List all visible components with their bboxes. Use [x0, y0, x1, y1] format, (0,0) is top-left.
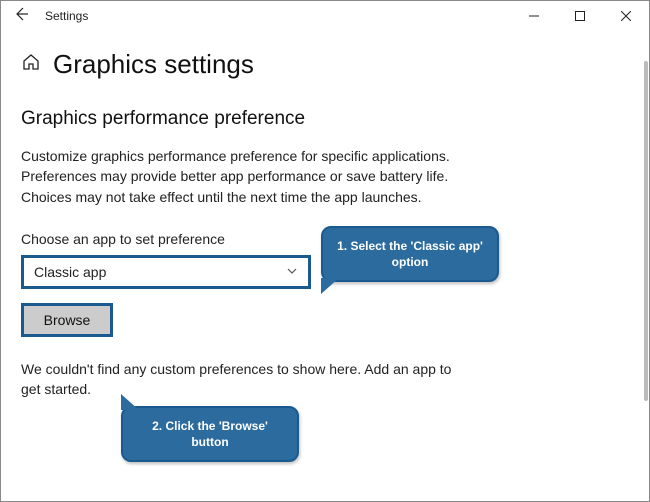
page-title: Graphics settings	[53, 49, 254, 80]
minimize-button[interactable]	[511, 1, 557, 31]
back-button[interactable]	[1, 6, 41, 27]
close-button[interactable]	[603, 1, 649, 31]
arrow-left-icon	[13, 6, 29, 22]
maximize-button[interactable]	[557, 1, 603, 31]
callout-step-2: 2. Click the 'Browse' button	[121, 406, 299, 462]
content-area: Graphics settings Graphics performance p…	[1, 31, 649, 399]
titlebar: Settings	[1, 1, 649, 31]
browse-label: Browse	[44, 312, 91, 328]
minimize-icon	[529, 11, 539, 21]
section-title: Graphics performance preference	[21, 108, 629, 130]
maximize-icon	[575, 11, 585, 21]
scrollbar[interactable]	[644, 61, 648, 401]
close-icon	[621, 11, 631, 21]
callout-text: 1. Select the 'Classic app' option	[337, 239, 483, 269]
empty-state-text: We couldn't find any custom preferences …	[21, 359, 461, 400]
dropdown-value: Classic app	[34, 264, 106, 280]
browse-button[interactable]: Browse	[21, 303, 113, 337]
settings-window: Settings Graphics settings Graphics perf…	[0, 0, 650, 502]
callout-text: 2. Click the 'Browse' button	[152, 419, 268, 449]
chevron-down-icon	[286, 264, 298, 280]
section-description: Customize graphics performance preferenc…	[21, 146, 461, 207]
window-title: Settings	[45, 9, 88, 23]
callout-step-1: 1. Select the 'Classic app' option	[321, 226, 499, 282]
app-type-dropdown[interactable]: Classic app	[21, 255, 311, 289]
home-icon[interactable]	[21, 52, 41, 77]
page-header: Graphics settings	[21, 49, 629, 80]
